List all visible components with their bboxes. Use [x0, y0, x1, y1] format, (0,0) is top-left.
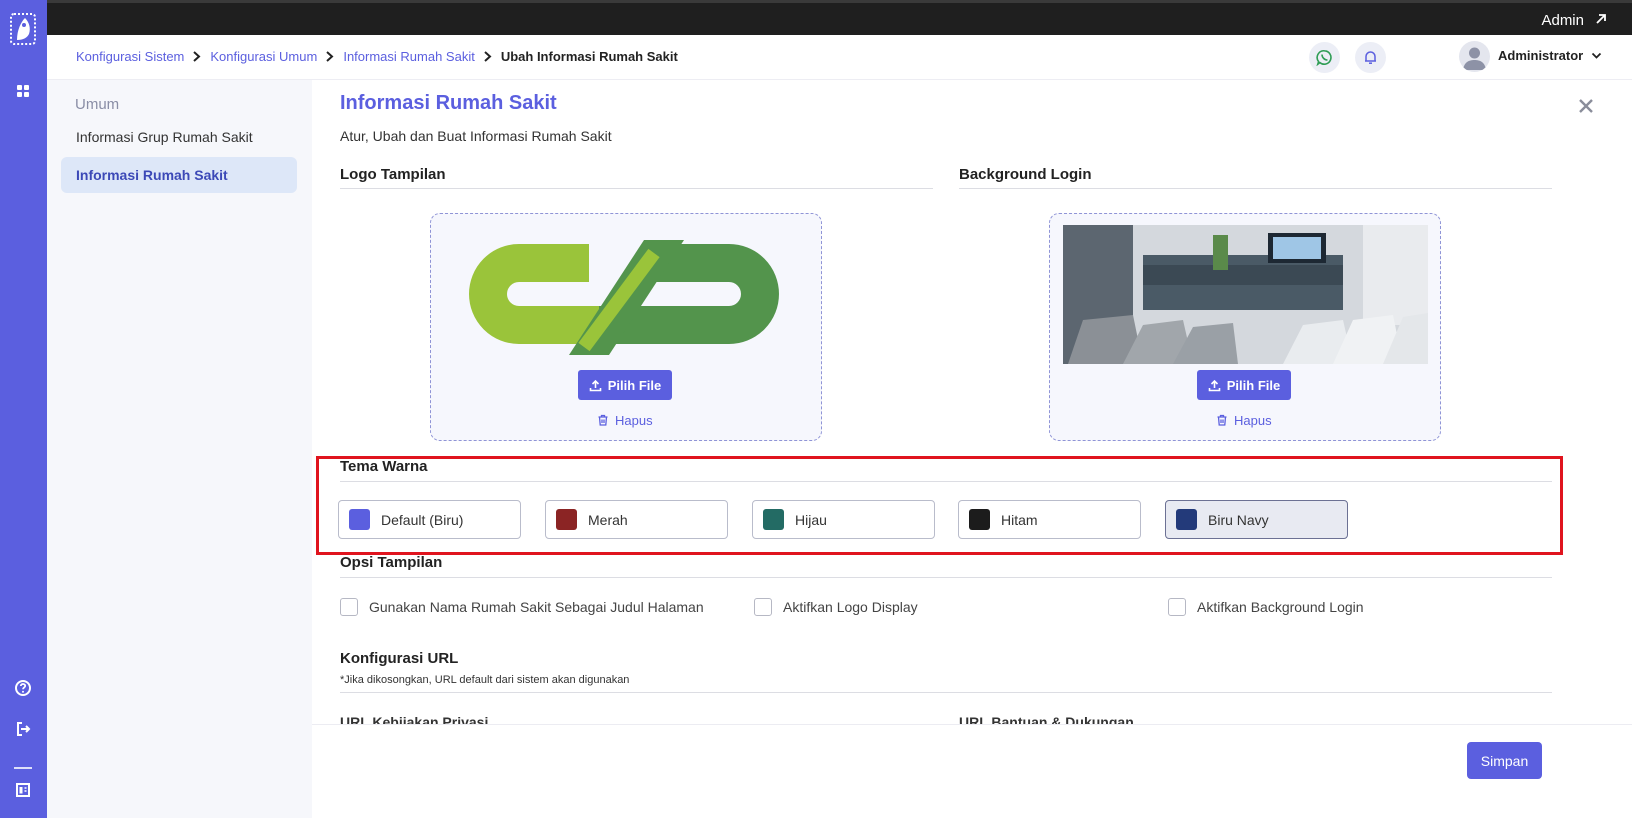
page-title: Informasi Rumah Sakit [340, 92, 557, 114]
color-swatch [556, 509, 577, 530]
chevron-right-icon [326, 51, 334, 62]
breadcrumb-konfigurasi-umum[interactable]: Konfigurasi Umum [210, 49, 317, 64]
help-icon[interactable] [14, 679, 32, 697]
breadcrumb-konfigurasi-sistem[interactable]: Konfigurasi Sistem [76, 49, 184, 64]
background-upload-area[interactable]: Pilih File Hapus [1049, 213, 1441, 441]
theme-option-hitam[interactable]: Hitam [958, 500, 1141, 539]
trash-icon [1217, 414, 1227, 426]
rail-divider [14, 767, 32, 769]
sidebar: Umum Informasi Grup Rumah Sakit Informas… [47, 80, 312, 818]
checkbox[interactable] [754, 598, 772, 616]
left-rail [0, 0, 47, 818]
logo-delete-link[interactable]: Hapus [597, 410, 653, 430]
divider [959, 188, 1552, 189]
breadcrumb: Konfigurasi Sistem Konfigurasi Umum Info… [76, 49, 678, 64]
divider [340, 692, 1552, 693]
app-logo-icon[interactable] [9, 12, 37, 46]
color-swatch [1176, 509, 1197, 530]
color-swatch [969, 509, 990, 530]
upload-icon [589, 379, 602, 391]
color-swatch [763, 509, 784, 530]
breadcrumb-informasi-rumah-sakit[interactable]: Informasi Rumah Sakit [343, 49, 475, 64]
user-avatar-icon [1463, 47, 1486, 70]
trash-icon [598, 414, 608, 426]
logout-icon[interactable] [14, 720, 32, 738]
layout-panel-icon[interactable] [14, 781, 32, 799]
option-logo-display[interactable]: Aktifkan Logo Display [754, 598, 918, 616]
logo-upload-area[interactable]: Pilih File Hapus [430, 213, 822, 441]
background-login-image [1063, 225, 1428, 364]
options-section-title: Opsi Tampilan [340, 554, 443, 571]
chevron-right-icon [484, 51, 492, 62]
theme-option-biru-navy[interactable]: Biru Navy [1165, 500, 1348, 539]
top-bar: Admin [47, 0, 1632, 35]
option-background-login[interactable]: Aktifkan Background Login [1168, 598, 1364, 616]
sidebar-item-informasi-rumah-sakit[interactable]: Informasi Rumah Sakit [61, 157, 297, 193]
theme-option-hijau[interactable]: Hijau [752, 500, 935, 539]
notification-button[interactable] [1355, 42, 1386, 73]
color-swatch [349, 509, 370, 530]
upload-icon [1208, 379, 1221, 391]
whatsapp-icon [1316, 49, 1332, 66]
chevron-down-icon[interactable] [1591, 50, 1602, 61]
save-button[interactable]: Simpan [1467, 742, 1542, 779]
page-subtitle: Atur, Ubah dan Buat Informasi Rumah Saki… [340, 128, 612, 144]
background-delete-link[interactable]: Hapus [1216, 410, 1272, 430]
logo-section-title: Logo Tampilan [340, 166, 446, 183]
external-link-icon[interactable] [1594, 12, 1608, 26]
hospital-logo-image [469, 240, 779, 355]
sidebar-item-informasi-grup[interactable]: Informasi Grup Rumah Sakit [61, 119, 297, 155]
divider [340, 188, 933, 189]
divider [340, 577, 1552, 578]
sidebar-group-title: Umum [75, 96, 120, 113]
avatar[interactable] [1459, 41, 1490, 72]
dashboard-grid-icon[interactable] [14, 82, 32, 100]
user-name[interactable]: Administrator [1498, 48, 1583, 63]
form-footer [312, 724, 1632, 818]
chevron-right-icon [193, 51, 201, 62]
option-hospital-name-title[interactable]: Gunakan Nama Rumah Sakit Sebagai Judul H… [340, 598, 704, 616]
divider [340, 481, 1552, 482]
url-note: *Jika dikosongkan, URL default dari sist… [340, 674, 630, 686]
admin-link[interactable]: Admin [1541, 12, 1584, 29]
breadcrumb-current: Ubah Informasi Rumah Sakit [500, 49, 678, 64]
main-content: Informasi Rumah Sakit Atur, Ubah dan Bua… [312, 80, 1632, 818]
theme-section-title: Tema Warna [340, 458, 428, 475]
checkbox[interactable] [340, 598, 358, 616]
whatsapp-button[interactable] [1309, 42, 1340, 73]
bell-icon [1365, 51, 1376, 64]
theme-option-merah[interactable]: Merah [545, 500, 728, 539]
close-icon[interactable] [1578, 98, 1594, 114]
background-section-title: Background Login [959, 166, 1092, 183]
logo-choose-file-button[interactable]: Pilih File [578, 370, 672, 400]
header: Konfigurasi Sistem Konfigurasi Umum Info… [47, 35, 1632, 80]
checkbox[interactable] [1168, 598, 1186, 616]
theme-option-default[interactable]: Default (Biru) [338, 500, 521, 539]
background-choose-file-button[interactable]: Pilih File [1197, 370, 1291, 400]
url-section-title: Konfigurasi URL [340, 650, 459, 667]
